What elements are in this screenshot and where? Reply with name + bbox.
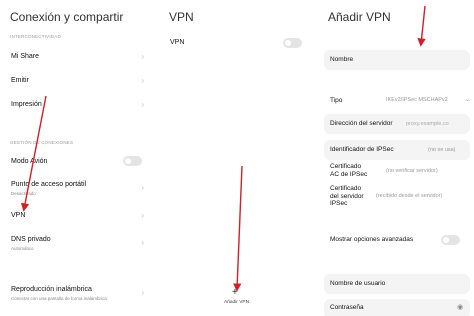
ipsec-identifier-label: Identificador de IPSec bbox=[330, 146, 394, 153]
ipsec-ca-cert-label: Certificado AC de IPSec bbox=[330, 163, 368, 178]
type-label: Tipo bbox=[330, 97, 343, 104]
chevron-right-icon: › bbox=[141, 52, 144, 61]
ipsec-ca-cert-value: (no verificar servidor) bbox=[386, 168, 438, 174]
vpn-toggle[interactable] bbox=[283, 38, 302, 48]
menu-item-sublabel: Automático bbox=[11, 246, 34, 251]
ipsec-identifier-value: (no se usa) bbox=[428, 147, 456, 153]
connection-sharing-screen: Conexión y compartir INTERCONECTIVIDAD M… bbox=[0, 0, 158, 316]
username-label: Nombre de usuario bbox=[330, 280, 386, 287]
username-field[interactable]: Nombre de usuario bbox=[324, 274, 470, 294]
add-vpn-screen: Añadir VPN Nombre Tipo IKEv2/IPSec MSCHA… bbox=[316, 0, 474, 316]
chevron-right-icon: › bbox=[141, 238, 144, 247]
menu-item-label: Mi Share bbox=[11, 53, 40, 60]
password-label: Contraseña bbox=[330, 304, 364, 311]
ipsec-server-cert-label: Certificado del servidor IPSec bbox=[330, 185, 364, 207]
plus-icon: + bbox=[232, 287, 238, 298]
ipsec-identifier-field[interactable]: Identificador de IPSec (no se usa) bbox=[324, 140, 470, 160]
add-vpn-label: Añadir VPN bbox=[224, 300, 250, 305]
name-field[interactable]: Nombre bbox=[324, 50, 470, 70]
section-connection-management: GESTIÓN DE CONEXIONES bbox=[10, 140, 74, 145]
advanced-options-label: Mostrar opciones avanzadas bbox=[330, 236, 414, 243]
page-title: VPN bbox=[169, 10, 194, 24]
name-field-label: Nombre bbox=[330, 56, 354, 63]
page-title: Añadir VPN bbox=[328, 10, 391, 24]
page-title: Conexión y compartir bbox=[10, 10, 124, 24]
menu-item-label: VPN bbox=[11, 212, 26, 219]
advanced-options-toggle[interactable] bbox=[441, 235, 460, 245]
server-address-label: Dirección del servidor bbox=[330, 120, 393, 127]
chevron-right-icon: › bbox=[141, 288, 144, 297]
vpn-screen: VPN VPN + Añadir VPN bbox=[158, 0, 316, 316]
section-interconnectivity: INTERCONECTIVIDAD bbox=[10, 34, 61, 39]
ipsec-server-cert-value: (recibido desde el servidor) bbox=[376, 193, 443, 199]
password-field[interactable]: Contraseña ◉ bbox=[324, 299, 470, 316]
menu-item-label: Punto de acceso portátil bbox=[11, 181, 87, 188]
eye-icon[interactable]: ◉ bbox=[457, 303, 463, 311]
chevron-right-icon: › bbox=[141, 183, 144, 192]
menu-item-sublabel: Conectar con una pantalla de forma inalá… bbox=[11, 296, 107, 301]
menu-item-label: DNS privado bbox=[11, 236, 51, 243]
menu-item-sublabel: Desactivado bbox=[11, 191, 36, 196]
chevron-right-icon: › bbox=[141, 211, 144, 220]
menu-item-label: Reproducción inalámbrica bbox=[11, 286, 92, 293]
chevron-right-icon: › bbox=[141, 76, 144, 85]
menu-item-label: Modo Avión bbox=[11, 158, 48, 165]
type-value: IKEv2/IPSec MSCHAPv2 bbox=[386, 97, 448, 103]
server-address-input[interactable]: proxy.example.co bbox=[406, 121, 449, 127]
vpn-label: VPN bbox=[170, 39, 185, 46]
airplane-mode-toggle[interactable] bbox=[123, 156, 142, 166]
server-address-field[interactable]: Dirección del servidor proxy.example.co bbox=[324, 114, 470, 134]
menu-item-label: Emitir bbox=[11, 77, 29, 84]
chevron-down-icon: ⌄ bbox=[465, 97, 471, 103]
chevron-right-icon: › bbox=[141, 100, 144, 109]
menu-item-label: Impresión bbox=[11, 101, 42, 108]
